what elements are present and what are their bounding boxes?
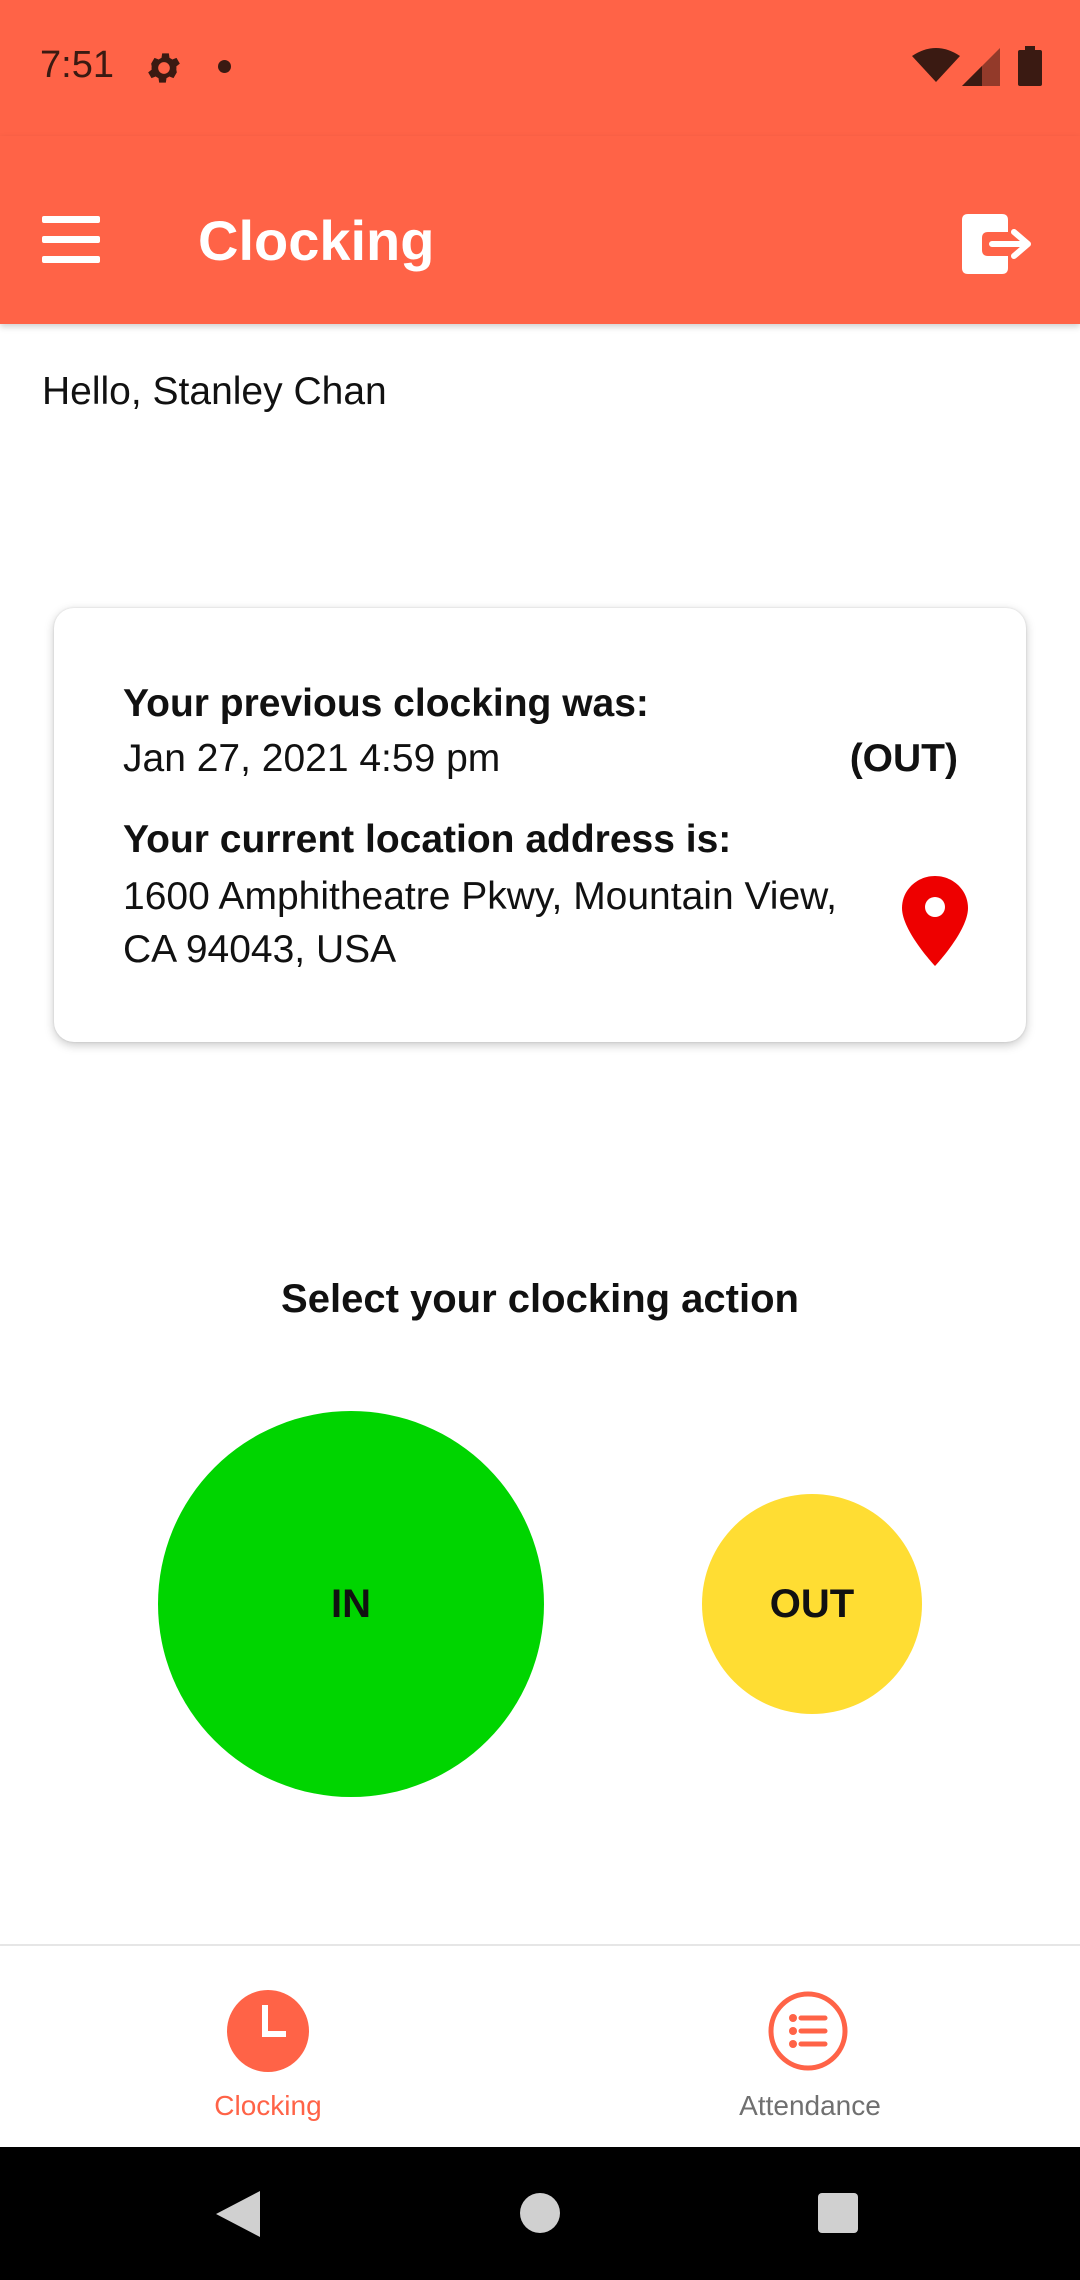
- previous-clocking-datetime: Jan 27, 2021 4:59 pm: [123, 737, 501, 780]
- clock-out-label: OUT: [769, 1581, 855, 1626]
- nav-label-clocking: Clocking: [214, 2090, 322, 2121]
- clocking-info-card: Your previous clocking was: Jan 27, 2021…: [54, 608, 1026, 1042]
- signal-icon: [962, 48, 1000, 86]
- clock-in-button[interactable]: IN: [158, 1411, 544, 1797]
- clock-in-label: IN: [331, 1581, 371, 1626]
- bottom-navigation: Clocking Attendance: [0, 1944, 1080, 2149]
- list-icon: [768, 1991, 848, 2071]
- map-pin-icon[interactable]: [902, 876, 968, 966]
- nav-item-clocking[interactable]: Clocking: [0, 1946, 540, 2149]
- back-icon[interactable]: [216, 2191, 260, 2237]
- battery-icon: [1018, 46, 1042, 86]
- home-icon[interactable]: [520, 2193, 560, 2233]
- wifi-icon: [912, 48, 960, 82]
- status-time: 7:51: [40, 44, 114, 86]
- system-navigation-bar: [0, 2147, 1080, 2280]
- gear-icon: [148, 53, 180, 83]
- app-bar: Clocking: [0, 136, 1080, 324]
- clock-icon: [227, 1990, 309, 2072]
- clock-out-button[interactable]: OUT: [702, 1494, 922, 1714]
- previous-clocking-label: Your previous clocking was:: [123, 682, 649, 725]
- nav-label-attendance: Attendance: [739, 2090, 881, 2121]
- previous-clocking-type: (OUT): [849, 737, 958, 780]
- notification-dot-icon: [218, 60, 231, 73]
- greeting-text: Hello, Stanley Chan: [42, 370, 387, 413]
- menu-icon[interactable]: [42, 216, 100, 264]
- recents-icon[interactable]: [818, 2193, 858, 2233]
- location-address: 1600 Amphitheatre Pkwy, Mountain View, C…: [123, 875, 837, 971]
- clocking-action-title: Select your clocking action: [281, 1277, 799, 1321]
- logout-icon[interactable]: [958, 212, 1034, 276]
- nav-item-attendance[interactable]: Attendance: [540, 1946, 1080, 2149]
- status-bar: 7:51: [0, 0, 1080, 136]
- page-title: Clocking: [198, 209, 435, 272]
- location-label: Your current location address is:: [123, 818, 732, 861]
